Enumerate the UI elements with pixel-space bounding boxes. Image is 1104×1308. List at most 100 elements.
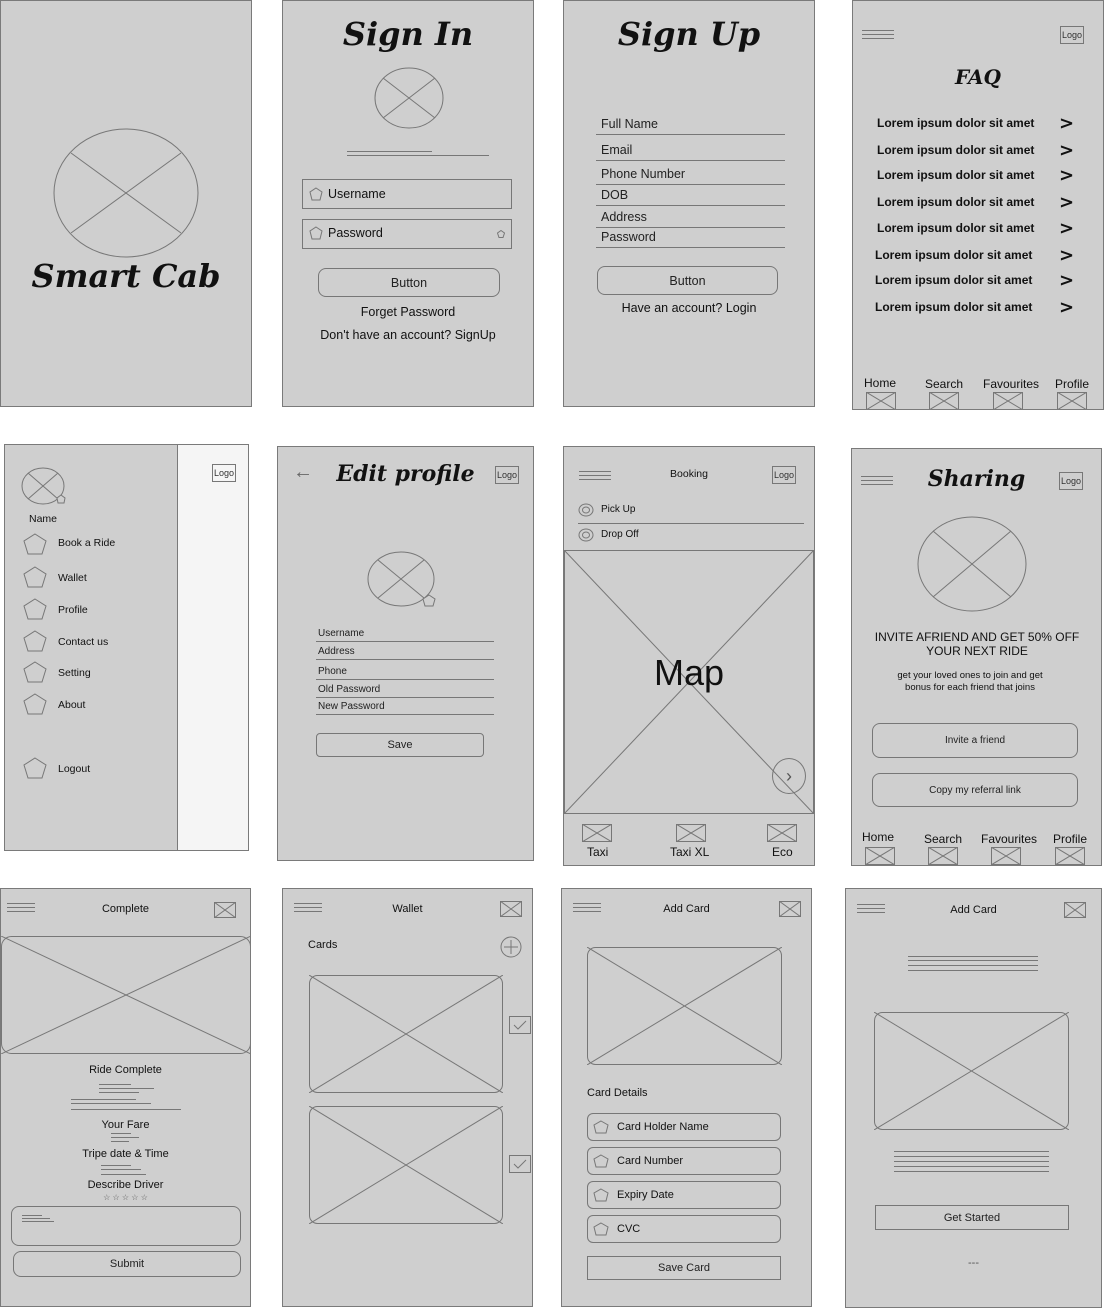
phone-field[interactable]: Phone xyxy=(316,666,494,680)
nav-profile[interactable]: Profile xyxy=(1053,832,1087,846)
faq-item[interactable]: Lorem ipsum dolor sit amet xyxy=(877,143,1034,157)
card-placeholder[interactable] xyxy=(309,975,503,1093)
card-details-label: Card Details xyxy=(587,1087,648,1099)
search-icon[interactable] xyxy=(929,392,959,410)
password-input[interactable]: Password xyxy=(302,219,512,249)
ride-option-taxi-xl[interactable]: Taxi XL xyxy=(670,845,709,859)
home-icon[interactable] xyxy=(866,392,896,410)
add-card-icon[interactable] xyxy=(500,936,522,958)
password-field[interactable]: Password xyxy=(596,230,785,248)
card-holder-input[interactable]: Card Holder Name xyxy=(587,1113,781,1141)
faq-item[interactable]: Lorem ipsum dolor sit amet xyxy=(875,248,1032,262)
expiry-date-input[interactable]: Expiry Date xyxy=(587,1181,781,1209)
nav-favourites[interactable]: Favourites xyxy=(983,377,1039,391)
drawer-item-book-ride[interactable]: Book a Ride xyxy=(58,537,115,549)
sharing-screen: Sharing Logo INVITE AFRIEND AND GET 50% … xyxy=(851,448,1102,866)
phone-field[interactable]: Phone Number xyxy=(596,167,785,185)
eye-icon[interactable] xyxy=(497,230,505,238)
new-password-field[interactable]: New Password xyxy=(316,701,494,715)
home-icon[interactable] xyxy=(865,847,895,865)
feedback-textarea[interactable] xyxy=(11,1206,241,1246)
submit-button[interactable]: Submit xyxy=(13,1251,241,1277)
mail-icon[interactable] xyxy=(500,901,522,917)
search-icon[interactable] xyxy=(928,847,958,865)
fullname-field[interactable]: Full Name xyxy=(596,117,785,135)
card-placeholder[interactable] xyxy=(309,1106,503,1224)
login-link[interactable]: Have an account? Login xyxy=(564,301,814,315)
chevron-right-icon[interactable]: > xyxy=(1059,297,1074,318)
checkbox-icon[interactable] xyxy=(509,1016,531,1034)
mail-icon[interactable] xyxy=(1064,902,1086,918)
chevron-right-icon[interactable]: > xyxy=(1059,270,1074,291)
favourites-icon[interactable] xyxy=(991,847,1021,865)
nav-home[interactable]: Home xyxy=(864,376,896,390)
nav-search[interactable]: Search xyxy=(925,377,963,391)
checkbox-icon[interactable] xyxy=(509,1155,531,1173)
divider xyxy=(578,523,804,524)
text-line xyxy=(347,151,432,152)
signin-button[interactable]: Button xyxy=(318,268,500,297)
text-line xyxy=(111,1133,131,1134)
signup-button[interactable]: Button xyxy=(597,266,778,295)
profile-icon[interactable] xyxy=(1055,847,1085,865)
pagination-dots[interactable]: --- xyxy=(846,1257,1101,1269)
save-button[interactable]: Save xyxy=(316,733,484,757)
chevron-right-icon[interactable]: > xyxy=(1059,245,1074,266)
complete-title: Complete xyxy=(101,903,150,915)
nav-favourites[interactable]: Favourites xyxy=(981,832,1037,846)
drawer-item-setting[interactable]: Setting xyxy=(58,667,91,679)
dropoff-field[interactable]: Drop Off xyxy=(601,529,639,540)
dropoff-radio-icon[interactable] xyxy=(578,528,594,542)
cvc-input[interactable]: CVC xyxy=(587,1215,781,1243)
drawer-item-profile[interactable]: Profile xyxy=(58,604,88,616)
faq-item[interactable]: Lorem ipsum dolor sit amet xyxy=(875,300,1032,314)
nav-profile[interactable]: Profile xyxy=(1055,377,1089,391)
faq-item[interactable]: Lorem ipsum dolor sit amet xyxy=(875,273,1032,287)
faq-item[interactable]: Lorem ipsum dolor sit amet xyxy=(877,221,1034,235)
chevron-right-icon[interactable]: > xyxy=(1059,192,1074,213)
logout-icon xyxy=(23,757,47,779)
forget-password-link[interactable]: Forget Password xyxy=(283,305,533,319)
rating-stars[interactable]: ☆ ☆ ☆ ☆ ☆ xyxy=(1,1193,250,1202)
faq-item[interactable]: Lorem ipsum dolor sit amet xyxy=(877,195,1034,209)
pickup-field[interactable]: Pick Up xyxy=(601,504,635,515)
drawer-item-wallet[interactable]: Wallet xyxy=(58,572,87,584)
faq-item[interactable]: Lorem ipsum dolor sit amet xyxy=(877,116,1034,130)
username-field[interactable]: Username xyxy=(316,628,494,642)
chevron-right-icon[interactable]: > xyxy=(1059,165,1074,186)
chevron-right-icon[interactable]: > xyxy=(1059,218,1074,239)
taxi-icon[interactable] xyxy=(582,824,612,842)
sharing-headline: INVITE AFRIEND AND GET 50% OFF YOUR NEXT… xyxy=(874,630,1080,658)
faq-item[interactable]: Lorem ipsum dolor sit amet xyxy=(877,168,1034,182)
nav-search[interactable]: Search xyxy=(924,832,962,846)
eco-icon[interactable] xyxy=(767,824,797,842)
ride-option-eco[interactable]: Eco xyxy=(772,845,793,859)
chevron-right-icon[interactable]: > xyxy=(1059,113,1074,134)
card-number-input[interactable]: Card Number xyxy=(587,1147,781,1175)
taxi-xl-icon[interactable] xyxy=(676,824,706,842)
signup-link[interactable]: Don't have an account? SignUp xyxy=(283,328,533,342)
pickup-radio-icon[interactable] xyxy=(578,503,594,517)
username-input[interactable]: Username xyxy=(302,179,512,209)
hamburger-menu-icon[interactable] xyxy=(862,30,894,42)
mail-icon[interactable] xyxy=(214,902,236,918)
drawer-item-contact[interactable]: Contact us xyxy=(58,636,108,648)
chevron-right-icon[interactable]: > xyxy=(1059,140,1074,161)
get-started-button[interactable]: Get Started xyxy=(875,1205,1069,1230)
mail-icon[interactable] xyxy=(779,901,801,917)
favourites-icon[interactable] xyxy=(993,392,1023,410)
invite-friend-button[interactable]: Invite a friend xyxy=(872,723,1078,758)
dob-field[interactable]: DOB xyxy=(596,188,785,206)
address-field[interactable]: Address xyxy=(596,210,785,228)
drawer-item-about[interactable]: About xyxy=(58,699,85,711)
address-field[interactable]: Address xyxy=(316,646,494,660)
nav-home[interactable]: Home xyxy=(862,830,894,844)
email-field[interactable]: Email xyxy=(596,143,785,161)
profile-icon[interactable] xyxy=(1057,392,1087,410)
ride-option-taxi[interactable]: Taxi xyxy=(587,845,608,859)
copy-referral-button[interactable]: Copy my referral link xyxy=(872,773,1078,807)
save-card-button[interactable]: Save Card xyxy=(587,1256,781,1280)
old-password-field[interactable]: Old Password xyxy=(316,684,494,698)
go-arrow-icon[interactable]: › xyxy=(772,758,806,794)
drawer-item-logout[interactable]: Logout xyxy=(58,763,90,775)
